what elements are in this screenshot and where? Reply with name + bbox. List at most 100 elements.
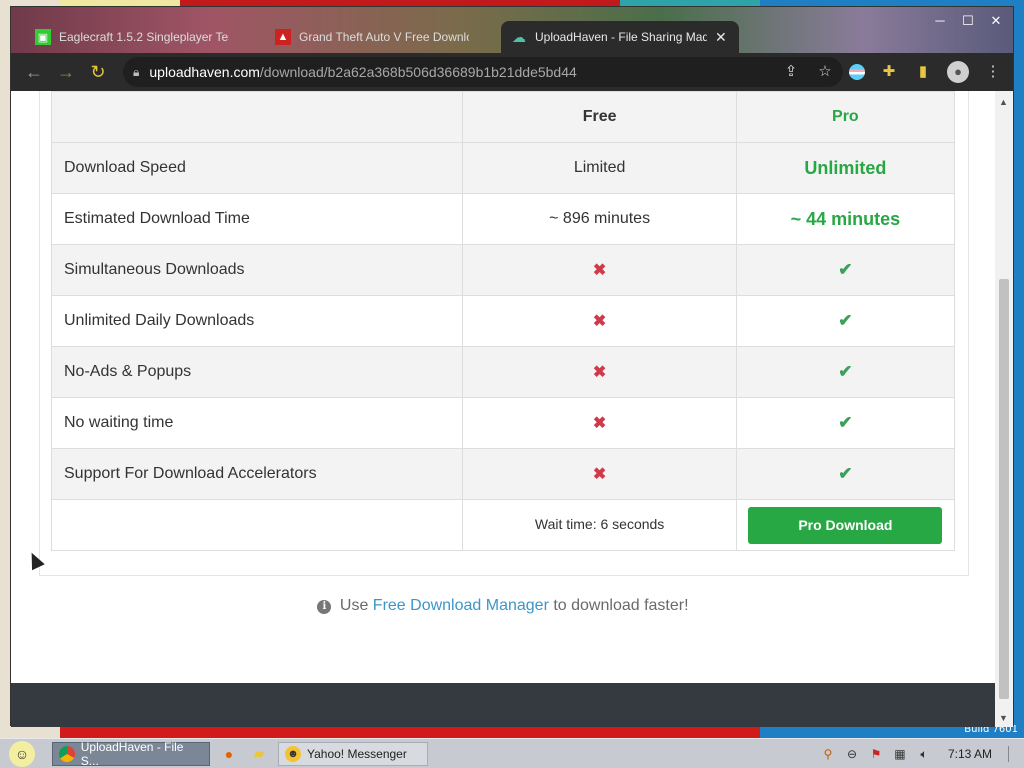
star-icon[interactable]: ☆ bbox=[815, 62, 835, 82]
feature-label: Support For Download Accelerators bbox=[50, 448, 464, 500]
start-button[interactable]: ☺ bbox=[0, 739, 44, 768]
pro-value: Unlimited bbox=[735, 142, 956, 194]
vertical-scrollbar[interactable]: ▲ ▼ bbox=[995, 91, 1013, 727]
address-bar[interactable]: 🔒︎ uploadhaven.com/download/b2a62a368b50… bbox=[123, 57, 843, 87]
check-icon: ✔ bbox=[735, 397, 956, 449]
table-row: Unlimited Daily Downloads ✖ ✔ bbox=[50, 295, 956, 347]
tab-uploadhaven[interactable]: ☁ UploadHaven - File Sharing Made ✕ bbox=[501, 21, 739, 53]
taskbar-clock[interactable]: 7:13 AM bbox=[948, 747, 992, 761]
puzzle-icon[interactable]: ✚ bbox=[879, 62, 899, 82]
feature-header bbox=[50, 91, 464, 143]
tab-label: Grand Theft Auto V Free Download bbox=[299, 30, 469, 44]
feature-label: Download Speed bbox=[50, 142, 464, 194]
search-icon[interactable]: ⚲ bbox=[820, 746, 836, 762]
close-tab-icon[interactable]: ✕ bbox=[715, 29, 727, 46]
pro-download-button[interactable]: Pro Download bbox=[748, 506, 943, 544]
pro-value: ~ 44 minutes bbox=[735, 193, 956, 245]
scroll-down-icon[interactable]: ▼ bbox=[999, 713, 1008, 723]
wait-time-text: Wait time: 6 seconds bbox=[534, 516, 665, 532]
profile-icon[interactable]: ● bbox=[947, 61, 969, 83]
action-row: Wait time: 6 seconds Pro Download bbox=[50, 499, 956, 551]
taskbar-item-label: Yahoo! Messenger bbox=[307, 746, 407, 761]
system-tray: ⚲ ⊖ ⚑ ▦ 🔈︎ 7:13 AM bbox=[820, 739, 1024, 768]
tab-eaglecraft[interactable]: ▣ Eaglecraft 1.5.2 Singleplayer Test bbox=[25, 21, 239, 53]
flag-icon[interactable] bbox=[849, 64, 865, 80]
cloud-favicon-icon: ☁ bbox=[512, 28, 526, 45]
yahoo-messenger-icon: ☻ bbox=[285, 745, 301, 762]
tab-strip: ▣ Eaglecraft 1.5.2 Singleplayer Test ▲ G… bbox=[11, 7, 1013, 53]
taskbar-item-yahoo[interactable]: ☻ Yahoo! Messenger bbox=[278, 741, 428, 766]
scroll-thumb[interactable] bbox=[999, 279, 1009, 699]
status-icon[interactable]: ⊖ bbox=[844, 746, 860, 762]
forward-icon[interactable]: → bbox=[53, 59, 79, 85]
site-favicon-icon: ▣ bbox=[35, 29, 51, 45]
wait-cell: Wait time: 6 seconds bbox=[462, 499, 737, 551]
pro-cell: Pro Download bbox=[735, 499, 956, 551]
cross-icon: ✖ bbox=[462, 448, 737, 500]
free-header: Free bbox=[462, 91, 737, 143]
table-row: Estimated Download Time ~ 896 minutes ~ … bbox=[50, 193, 956, 245]
menu-icon[interactable]: ⋮ bbox=[983, 62, 1003, 82]
toolbar-icons: ⇪ ☆ ✚ ▮ ● ⋮ bbox=[781, 61, 1003, 83]
share-icon[interactable]: ⇪ bbox=[781, 62, 801, 82]
minimize-icon[interactable]: ─ bbox=[931, 13, 949, 29]
info-icon: i bbox=[317, 600, 332, 614]
taskbar-item-uploadhaven[interactable]: UploadHaven - File S... bbox=[52, 739, 210, 768]
free-value: ~ 896 minutes bbox=[462, 193, 737, 245]
table-row: Download Speed Limited Unlimited bbox=[50, 142, 956, 194]
fdm-note: i Use Free Download Manager to download … bbox=[11, 597, 995, 615]
cross-icon: ✖ bbox=[462, 295, 737, 347]
scroll-up-icon[interactable]: ▲ bbox=[999, 97, 1008, 107]
browser-toolbar: ← → ↻ 🔒︎ uploadhaven.com/download/b2a62a… bbox=[11, 53, 1013, 91]
cross-icon: ✖ bbox=[462, 397, 737, 449]
reload-icon[interactable]: ↻ bbox=[85, 59, 111, 85]
table-row: No-Ads & Popups ✖ ✔ bbox=[50, 346, 956, 398]
url-path: /download/b2a62a368b506d36689b1b21dde5bd… bbox=[259, 64, 577, 80]
gta-favicon-icon: ▲ bbox=[275, 29, 291, 45]
table-row: Simultaneous Downloads ✖ ✔ bbox=[50, 244, 956, 296]
url-host: uploadhaven.com bbox=[149, 64, 260, 80]
table-header-row: Free Pro bbox=[50, 91, 956, 143]
note-suffix: to download faster! bbox=[553, 597, 689, 614]
check-icon: ✔ bbox=[735, 295, 956, 347]
tab-gta[interactable]: ▲ Grand Theft Auto V Free Download bbox=[265, 21, 479, 53]
chrome-icon bbox=[59, 745, 75, 762]
volume-icon[interactable]: 🔈︎ bbox=[916, 746, 932, 762]
feature-label: Unlimited Daily Downloads bbox=[50, 295, 464, 347]
empty-cell bbox=[50, 499, 464, 551]
start-face-icon: ☺ bbox=[9, 740, 35, 767]
feature-label: Estimated Download Time bbox=[50, 193, 464, 245]
feature-label: No waiting time bbox=[50, 397, 464, 449]
lock-icon[interactable]: 🔒︎ bbox=[133, 65, 139, 80]
action-center-icon[interactable]: ⚑ bbox=[868, 746, 884, 762]
browser-window: ▣ Eaglecraft 1.5.2 Singleplayer Test ▲ G… bbox=[10, 6, 1014, 727]
tab-label: Eaglecraft 1.5.2 Singleplayer Test bbox=[59, 30, 229, 44]
tab-label: UploadHaven - File Sharing Made bbox=[535, 30, 707, 44]
fdm-link[interactable]: Free Download Manager bbox=[373, 597, 549, 614]
feature-label: No-Ads & Popups bbox=[50, 346, 464, 398]
close-window-icon[interactable]: ✕ bbox=[987, 13, 1005, 29]
cross-icon: ✖ bbox=[462, 244, 737, 296]
sidebar-icon[interactable]: ▮ bbox=[913, 62, 933, 82]
note-prefix: Use bbox=[339, 597, 369, 614]
page-footer bbox=[11, 683, 995, 727]
check-icon: ✔ bbox=[735, 244, 956, 296]
table-row: Support For Download Accelerators ✖ ✔ bbox=[50, 448, 956, 500]
taskbar: ☺ UploadHaven - File S... ● ▰ ☻ Yahoo! M… bbox=[0, 738, 1024, 768]
taskbar-item-label: UploadHaven - File S... bbox=[80, 739, 184, 768]
free-value: Limited bbox=[462, 142, 737, 194]
check-icon: ✔ bbox=[735, 448, 956, 500]
window-controls: ─ ☐ ✕ bbox=[931, 13, 1005, 29]
page-viewport: Free Pro Download Speed Limited Unlimite… bbox=[11, 91, 995, 727]
plan-comparison-table: Free Pro Download Speed Limited Unlimite… bbox=[50, 91, 956, 551]
table-row: No waiting time ✖ ✔ bbox=[50, 397, 956, 449]
show-desktop-icon[interactable] bbox=[1008, 746, 1014, 762]
network-icon[interactable]: ▦ bbox=[892, 746, 908, 762]
maximize-icon[interactable]: ☐ bbox=[959, 13, 977, 29]
pro-header: Pro bbox=[735, 91, 956, 143]
firefox-icon[interactable]: ● bbox=[218, 743, 240, 765]
cross-icon: ✖ bbox=[462, 346, 737, 398]
check-icon: ✔ bbox=[735, 346, 956, 398]
folder-icon[interactable]: ▰ bbox=[248, 743, 270, 765]
back-icon[interactable]: ← bbox=[21, 59, 47, 85]
